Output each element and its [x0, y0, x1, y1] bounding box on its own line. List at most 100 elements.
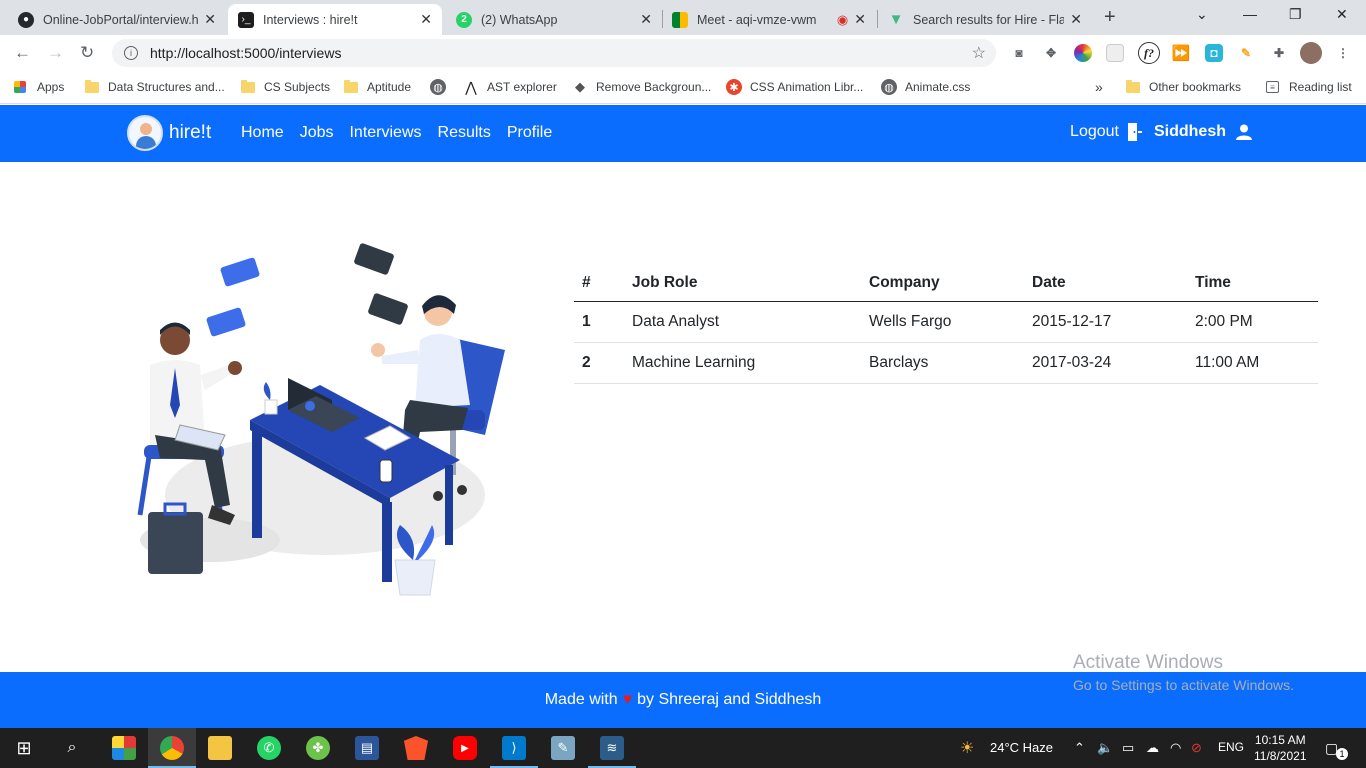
github-icon: ● [18, 11, 34, 28]
browser-tab-meet[interactable]: Meet - aqi-vmze-vwm ◉ ✕ [662, 4, 876, 35]
user-icon[interactable] [1236, 124, 1252, 140]
fast-forward-icon[interactable]: ⏩ [1172, 44, 1191, 62]
weather-text[interactable]: 24°C Haze [990, 740, 1053, 755]
apps-grid-icon [14, 81, 26, 93]
info-icon[interactable]: i [124, 46, 138, 60]
brand[interactable]: hire!t [127, 115, 211, 151]
nav-results[interactable]: Results [438, 124, 491, 142]
bookmark-other[interactable]: Other bookmarks [1126, 78, 1241, 96]
clock-date: 11/8/2021 [1254, 749, 1307, 763]
bookmark-apps[interactable]: Apps [14, 78, 64, 96]
header-date: Date [1024, 264, 1187, 302]
bookmark-label: CSS Animation Libr... [750, 80, 864, 94]
windows-taskbar: ⊞ ⌕ ✆ ✤ ▤ ▶ ⟩ ✎ ≋ ☀ 24°C Haze ⌃ 🔈 ▭ ☁ ◠ … [0, 728, 1366, 768]
clock-time: 10:15 AM [1254, 733, 1306, 747]
nav-home[interactable]: Home [241, 124, 284, 142]
tab-title: (2) WhatsApp [481, 12, 558, 27]
bookmark-label: AST explorer [487, 80, 557, 94]
close-icon[interactable]: ✕ [420, 11, 432, 28]
browser-tab-github[interactable]: ● Online-JobPortal/interview.h ✕ [8, 4, 226, 35]
font-icon[interactable]: f? [1138, 42, 1160, 64]
bookmark-star-icon[interactable]: ☆ [972, 43, 986, 63]
chrome-icon[interactable] [160, 736, 184, 760]
search-icon[interactable]: ⌕ [60, 736, 84, 760]
pen-icon[interactable]: ✎ [1237, 44, 1255, 62]
nav-profile[interactable]: Profile [507, 124, 552, 142]
extension-blank-icon[interactable] [1106, 44, 1124, 62]
minimize-button[interactable]: — [1243, 6, 1257, 22]
reload-icon[interactable]: ↻ [80, 43, 94, 63]
whatsapp-icon[interactable]: ✆ [257, 736, 281, 760]
whatsapp-icon: 2 [456, 11, 472, 28]
header-job-role: Job Role [624, 264, 861, 302]
youtube-icon[interactable]: ▶ [453, 736, 477, 760]
screenshot-ext-icon[interactable]: ◘ [1205, 44, 1223, 62]
language-indicator[interactable]: ENG [1218, 740, 1244, 754]
bookmarks-overflow[interactable]: » [1095, 78, 1103, 96]
wifi-icon[interactable]: ◠ [1170, 740, 1181, 756]
tab-search-icon[interactable]: ⌄ [1196, 6, 1208, 23]
address-bar[interactable]: i http://localhost:5000/interviews ☆ [112, 39, 996, 67]
heart-icon: ♥ [622, 691, 633, 708]
notepad-icon[interactable]: ✎ [551, 736, 575, 760]
browser-tab-whatsapp[interactable]: 2 (2) WhatsApp ✕ [446, 4, 662, 35]
extensions-puzzle-icon[interactable]: ✚ [1270, 44, 1288, 62]
browser-tab-interviews[interactable]: ›_ Interviews : hire!t ✕ [228, 4, 442, 35]
reading-list-icon: ≡ [1266, 81, 1279, 93]
camera-icon[interactable]: ◙ [1010, 44, 1028, 62]
app-green-icon[interactable]: ✤ [306, 736, 330, 760]
back-icon[interactable]: ← [14, 43, 31, 63]
watermark-subtitle: Go to Settings to activate Windows. [1073, 677, 1294, 693]
bookmark-aptitude[interactable]: Aptitude [344, 78, 411, 96]
profile-avatar[interactable] [1300, 42, 1322, 64]
color-picker-icon[interactable] [1074, 44, 1092, 62]
interview-illustration [137, 243, 505, 596]
browser-tab-search[interactable]: ▼ Search results for Hire - Flat ✕ [878, 4, 1092, 35]
bookmark-globe[interactable]: ◍ [430, 78, 454, 96]
brave-icon[interactable] [404, 736, 428, 760]
network-off-icon[interactable]: ⊘ [1191, 740, 1202, 756]
logout-link[interactable]: Logout [1070, 123, 1119, 141]
windows-start-icon[interactable]: ⊞ [12, 736, 36, 760]
close-window-button[interactable]: ✕ [1336, 6, 1348, 23]
forward-icon[interactable]: → [47, 43, 64, 63]
chevron-up-icon[interactable]: ⌃ [1074, 740, 1085, 756]
close-icon[interactable]: ✕ [640, 11, 652, 28]
restore-button[interactable]: ❐ [1289, 6, 1302, 23]
reading-list[interactable]: ≡ Reading list [1266, 78, 1352, 96]
bookmark-cs-subjects[interactable]: CS Subjects [241, 78, 330, 96]
weather-icon[interactable]: ☀ [960, 738, 974, 758]
google-meet-icon [672, 11, 688, 28]
new-tab-button[interactable]: + [1104, 6, 1116, 29]
mysql-workbench-icon[interactable]: ≋ [600, 736, 624, 760]
tab-title: Meet - aqi-vmze-vwm [697, 12, 817, 27]
app-icon[interactable] [112, 736, 136, 760]
close-icon[interactable]: ✕ [854, 11, 866, 28]
header-company: Company [861, 264, 1024, 302]
nav-interviews[interactable]: Interviews [349, 124, 421, 142]
close-icon[interactable]: ✕ [1070, 11, 1082, 28]
bookmark-data-structures[interactable]: Data Structures and... [85, 78, 225, 96]
word-icon[interactable]: ▤ [355, 736, 379, 760]
bookmark-ast-explorer[interactable]: ⋀ AST explorer [463, 78, 557, 96]
logout-door-icon[interactable] [1127, 123, 1142, 141]
close-icon[interactable]: ✕ [204, 11, 216, 28]
bookmark-animate-css[interactable]: ◍ Animate.css [881, 78, 970, 96]
clock[interactable]: 10:15 AM 11/8/2021 [1254, 732, 1307, 764]
battery-icon[interactable]: ▭ [1122, 740, 1134, 756]
folder-icon [241, 79, 255, 93]
url-text[interactable]: http://localhost:5000/interviews [150, 45, 341, 61]
file-explorer-icon[interactable] [208, 736, 232, 760]
username[interactable]: Siddhesh [1154, 123, 1226, 141]
bookmark-css-animation[interactable]: ✱ CSS Animation Libr... [726, 78, 863, 96]
move-icon[interactable]: ✥ [1042, 44, 1060, 62]
ast-icon: ⋀ [465, 78, 477, 95]
recording-icon: ◉ [836, 11, 849, 27]
volume-icon[interactable]: 🔈 [1097, 740, 1113, 756]
vscode-icon[interactable]: ⟩ [502, 736, 526, 760]
bookmark-remove-background[interactable]: ◆ Remove Backgroun... [572, 78, 711, 96]
bookmark-label: Remove Backgroun... [596, 80, 712, 94]
nav-jobs[interactable]: Jobs [300, 124, 334, 142]
cloud-icon[interactable]: ☁ [1146, 740, 1159, 756]
menu-dots-icon[interactable]: ⋮ [1334, 44, 1352, 62]
